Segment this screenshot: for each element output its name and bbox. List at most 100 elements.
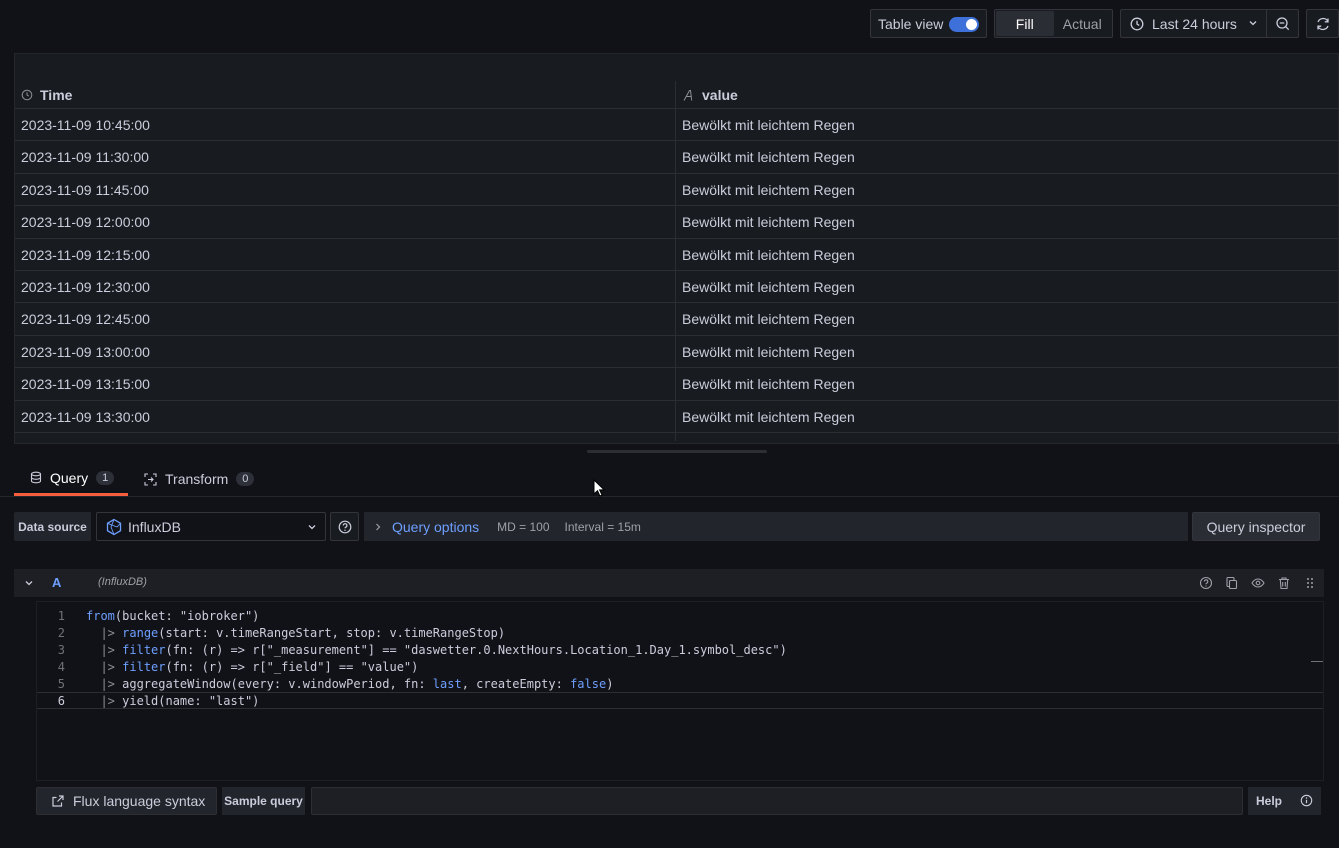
mouse-pointer-icon [593, 478, 606, 500]
value-cell: Bewölkt mit leichtem Regen [682, 311, 855, 328]
value-cell: Bewölkt mit leichtem Regen [682, 408, 855, 425]
value-cell: Bewölkt mit leichtem Regen [682, 343, 855, 360]
time-cell: 2023-11-09 13:30:00 [21, 408, 150, 425]
info-icon [1300, 794, 1313, 807]
value-cell: Bewölkt mit leichtem Regen [682, 117, 855, 133]
query-ref-id[interactable]: A [52, 575, 61, 590]
editor-overview-ruler [1311, 661, 1323, 662]
column-header-time[interactable]: Time [21, 81, 72, 109]
switch-knob [966, 19, 977, 30]
time-cell: 2023-11-09 12:30:00 [21, 278, 150, 295]
line-number: 4 [57, 659, 65, 674]
datasource-name: InfluxDB [128, 518, 181, 535]
table-panel: Time value 2023-11-09 10:45:00 Bewölkt mi… [14, 53, 1339, 444]
line-number: 1 [57, 608, 65, 623]
datasource-picker[interactable]: InfluxDB [96, 512, 326, 541]
time-range-picker[interactable]: Last 24 hours [1120, 9, 1267, 38]
column-header-label: value [702, 87, 738, 103]
copy-icon[interactable] [1224, 575, 1240, 591]
column-header-value[interactable]: value [682, 81, 738, 109]
transform-icon [144, 472, 157, 486]
refresh-button[interactable] [1306, 9, 1339, 38]
table-row: 2023-11-09 13:00:00 Bewölkt mit leichtem … [15, 336, 1338, 369]
chevron-down-icon [1248, 16, 1258, 33]
refresh-icon [1315, 16, 1331, 32]
table-row: 2023-11-09 13:30:00 Bewölkt mit leichtem … [15, 401, 1338, 433]
actual-button[interactable]: Actual [1054, 11, 1112, 36]
fill-button[interactable]: Fill [996, 11, 1054, 36]
table-row: 2023-11-09 12:15:00 Bewölkt mit leichtem … [15, 239, 1338, 271]
query-options-bar[interactable]: Query options MD = 100 Interval = 15m [364, 512, 1188, 541]
time-cell: 2023-11-09 11:30:00 [21, 149, 149, 166]
flux-syntax-link-button[interactable]: Flux language syntax [36, 787, 217, 815]
time-cell: 2023-11-09 10:45:00 [21, 117, 150, 133]
value-cell: Bewölkt mit leichtem Regen [682, 278, 855, 295]
panel-toolbar: Table view Fill Actual Last 24 hours [0, 0, 1339, 48]
table-row: 2023-11-09 11:30:00 Bewölkt mit leichtem … [15, 141, 1338, 174]
time-cell: 2023-11-09 12:45:00 [21, 311, 150, 328]
column-header-label: Time [40, 87, 73, 103]
time-cell: 2023-11-09 11:45:00 [21, 181, 149, 198]
query-inspector-button[interactable]: Query inspector [1192, 512, 1320, 541]
query-count-badge: 1 [96, 470, 115, 485]
code-text: |> yield(name: "last") [100, 693, 260, 708]
question-circle-icon[interactable] [1198, 575, 1214, 591]
table-view-switch[interactable] [949, 17, 979, 32]
value-cell: Bewölkt mit leichtem Regen [682, 214, 855, 231]
value-cell: Bewölkt mit leichtem Regen [682, 246, 855, 263]
query-options-link[interactable]: Query options [392, 519, 479, 535]
query-row-header[interactable]: A (InfluxDB) [14, 569, 1324, 597]
time-cell: 2023-11-09 13:15:00 [21, 376, 150, 393]
interval-text: Interval = 15m [564, 519, 641, 534]
eye-icon[interactable] [1250, 575, 1266, 591]
time-cell: 2023-11-09 12:15:00 [21, 246, 150, 263]
code-line: 4 |> filter(fn: (r) => r["_field"] == "v… [37, 658, 1323, 675]
time-range-label: Last 24 hours [1152, 15, 1237, 32]
code-line-current: 6 |> yield(name: "last") [37, 692, 1323, 709]
database-icon [30, 471, 42, 484]
tab-query[interactable]: Query 1 [14, 462, 128, 496]
fill-actual-segment: Fill Actual [994, 9, 1113, 38]
datasource-bar: Data source InfluxDB Query options MD = … [14, 512, 1320, 541]
line-number: 3 [57, 642, 65, 657]
code-text: |> range(start: v.timeRangeStart, stop: … [100, 625, 506, 640]
chevron-right-icon [374, 521, 382, 533]
influxdb-logo-icon [105, 518, 123, 536]
table-row: 2023-11-09 12:00:00 Bewölkt mit leichtem … [15, 206, 1338, 239]
tab-transform[interactable]: Transform 0 [144, 462, 255, 496]
code-line: 3 |> filter(fn: (r) => r["_measurement"]… [37, 641, 1323, 658]
line-number: 6 [57, 693, 65, 708]
chevron-down-icon [307, 520, 317, 537]
code-text: |> aggregateWindow(every: v.windowPeriod… [100, 676, 614, 691]
flux-query-editor[interactable]: 1 from(bucket: "iobroker") 2 |> range(st… [36, 601, 1324, 781]
time-cell: 2023-11-09 12:00:00 [21, 214, 150, 231]
table-row: 2023-11-09 12:45:00 Bewölkt mit leichtem … [15, 303, 1338, 336]
query-datasource-hint: (InfluxDB) [98, 576, 147, 588]
code-line: 2 |> range(start: v.timeRangeStart, stop… [37, 624, 1323, 641]
table-view-toggle[interactable]: Table view [870, 9, 987, 38]
time-cell: 2023-11-09 13:00:00 [21, 343, 150, 360]
drag-handle-icon[interactable] [1302, 575, 1318, 591]
code-line: 5 |> aggregateWindow(every: v.windowPeri… [37, 675, 1323, 692]
code-text: |> filter(fn: (r) => r["_measurement"] =… [100, 642, 787, 657]
panel-resize-handle[interactable] [587, 450, 767, 453]
sample-query-select[interactable] [311, 787, 1243, 815]
help-button[interactable]: Help [1248, 787, 1321, 815]
zoom-out-icon [1275, 16, 1291, 32]
value-cell: Bewölkt mit leichtem Regen [682, 149, 855, 166]
datasource-help-button[interactable] [330, 512, 359, 541]
clock-icon [21, 89, 33, 101]
table-header: Time value [15, 81, 1338, 109]
question-circle-icon [338, 520, 352, 534]
line-number: 2 [57, 625, 65, 640]
zoom-out-button[interactable] [1266, 9, 1299, 38]
chevron-down-icon[interactable] [24, 576, 34, 593]
datasource-label: Data source [14, 512, 91, 541]
sample-query-label: Sample query [222, 787, 305, 815]
tab-transform-label: Transform [165, 471, 229, 487]
help-label: Help [1256, 794, 1283, 808]
table-row: 2023-11-09 11:45:00 Bewölkt mit leichtem … [15, 174, 1338, 207]
code-line: 1 from(bucket: "iobroker") [37, 607, 1323, 624]
trash-icon[interactable] [1276, 575, 1292, 591]
external-link-icon [51, 794, 65, 808]
